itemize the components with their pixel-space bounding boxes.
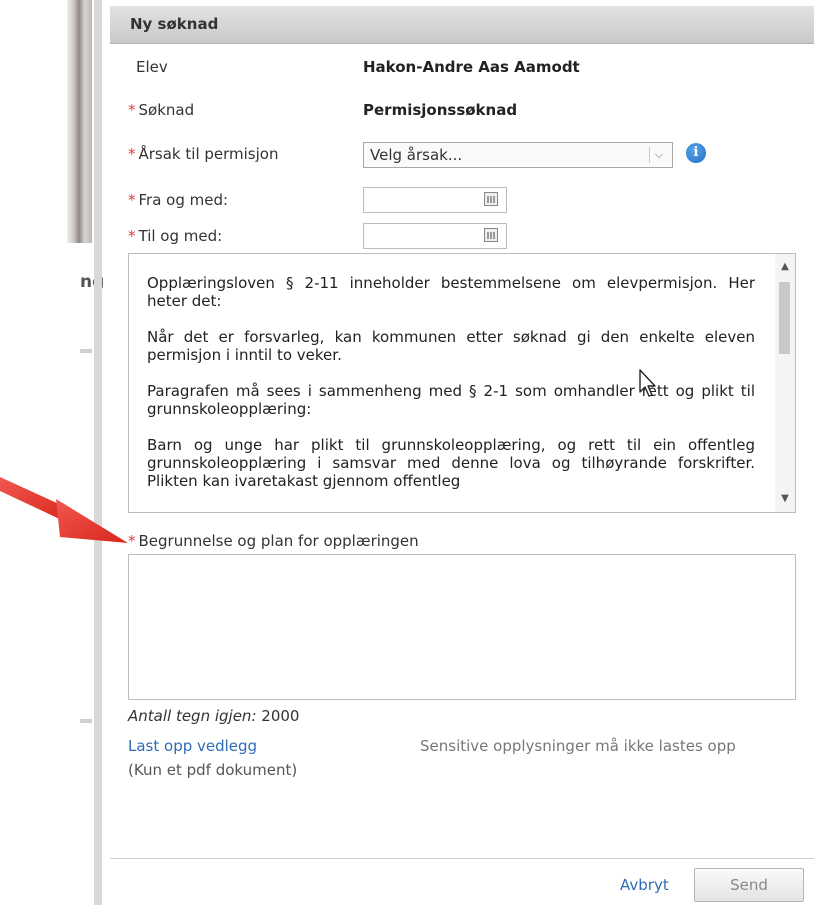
page-scroll-gutter xyxy=(94,0,102,905)
background-divider xyxy=(80,349,92,353)
from-date-label: * Fra og med: xyxy=(128,191,229,209)
send-button[interactable]: Send xyxy=(694,868,804,902)
background-divider xyxy=(80,719,92,723)
from-date-input[interactable] xyxy=(363,187,507,213)
student-label: Elev xyxy=(136,58,168,76)
required-marker: * xyxy=(128,191,136,209)
to-date-label: * Til og med: xyxy=(128,227,223,245)
chevron-down-icon[interactable]: ⌵ xyxy=(649,147,668,163)
student-value: Hakon-Andre Aas Aamodt xyxy=(363,58,580,76)
red-arrow-annotation xyxy=(0,477,128,543)
sensitive-info-note: Sensitive opplysninger må ikke lastes op… xyxy=(420,737,736,755)
calendar-icon[interactable] xyxy=(484,228,498,242)
reason-select-value: Velg årsak... xyxy=(370,146,463,164)
to-date-input[interactable] xyxy=(363,223,507,249)
info-paragraph: Barn og unge har plikt til grunnskoleopp… xyxy=(147,436,755,490)
cancel-link[interactable]: Avbryt xyxy=(620,876,669,894)
upload-note: (Kun et pdf dokument) xyxy=(128,761,298,779)
char-counter-value: 2000 xyxy=(261,707,300,725)
mouse-cursor-icon xyxy=(639,369,656,397)
calendar-icon[interactable] xyxy=(484,192,498,206)
reason-label: * Årsak til permisjon xyxy=(128,145,279,163)
char-counter: Antall tegn igjen: 2000 xyxy=(128,707,299,725)
scroll-thumb[interactable] xyxy=(779,282,790,354)
application-value: Permisjonssøknad xyxy=(363,101,518,119)
info-paragraph: Paragrafen må sees i sammenheng med § 2-… xyxy=(147,382,755,418)
reason-select[interactable]: Velg årsak... ⌵ xyxy=(363,142,673,168)
info-paragraph: Opplæringsloven § 2-11 inneholder bestem… xyxy=(147,274,755,310)
char-counter-label: Antall tegn igjen: xyxy=(128,707,257,725)
justification-label: * Begrunnelse og plan for opplæringen xyxy=(128,532,419,550)
justification-textarea[interactable] xyxy=(128,554,796,700)
upload-attachment-link[interactable]: Last opp vedlegg xyxy=(128,737,257,755)
required-marker: * xyxy=(128,145,136,163)
law-info-text: Opplæringsloven § 2-11 inneholder bestem… xyxy=(147,274,755,508)
application-label: * Søknad xyxy=(128,101,195,119)
scroll-up-icon[interactable]: ▲ xyxy=(775,258,795,276)
law-info-box[interactable]: Opplæringsloven § 2-11 inneholder bestem… xyxy=(128,253,796,513)
info-paragraph: Når det er forsvarleg, kan kommunen ette… xyxy=(147,328,755,364)
required-marker: * xyxy=(128,101,136,119)
background-image xyxy=(0,0,92,243)
footer-divider xyxy=(110,858,814,859)
scroll-down-icon[interactable]: ▼ xyxy=(775,490,795,508)
new-application-dialog: Ny søknad Elev Hakon-Andre Aas Aamodt * S… xyxy=(110,6,814,905)
required-marker: * xyxy=(128,227,136,245)
info-scrollbar[interactable]: ▲ ▼ xyxy=(775,254,795,512)
dialog-title: Ny søknad xyxy=(110,6,814,44)
info-icon[interactable]: i xyxy=(686,143,706,163)
